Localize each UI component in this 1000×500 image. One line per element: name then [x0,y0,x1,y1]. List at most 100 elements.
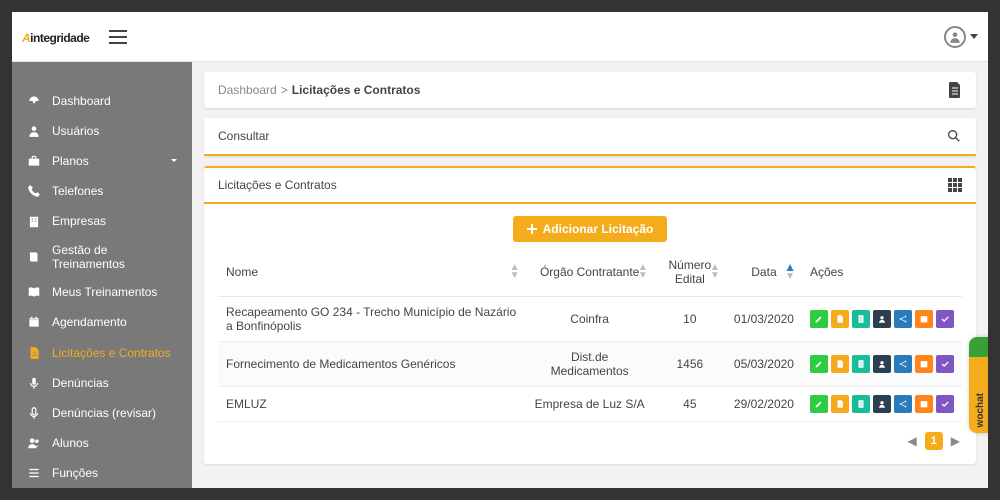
breadcrumb-sep: > [281,83,288,97]
cell-nome: Fornecimento de Medicamentos Genéricos [218,342,526,387]
add-licitacao-button[interactable]: Adicionar Licitação [513,216,668,242]
action-form-button[interactable] [852,355,870,373]
calendar-icon [26,314,42,330]
list-icon [26,465,42,481]
pager-prev[interactable]: ◀ [908,434,917,448]
sidebar-item-label: Empresas [52,214,178,228]
action-calendar-button[interactable] [915,355,933,373]
search-icon[interactable] [946,128,962,144]
add-bar: Adicionar Licitação [204,204,976,248]
th-numero[interactable]: Número Edital▲▼ [654,248,726,297]
sidebar-item-planos[interactable]: Planos [12,146,192,176]
action-doc-button[interactable] [831,355,849,373]
action-form-button[interactable] [852,310,870,328]
cell-numero: 45 [654,387,726,422]
table-row: Fornecimento de Medicamentos GenéricosDi… [218,342,962,387]
chevron-down-icon [170,159,178,163]
sidebar-item-dashboard[interactable]: Dashboard [12,86,192,116]
user-avatar-icon [944,26,966,48]
sidebar-item-agendamento[interactable]: Agendamento [12,307,192,337]
sidebar-item-label: Usuários [52,124,178,138]
action-edit-button[interactable] [810,355,828,373]
action-check-button[interactable] [936,395,954,413]
sidebar-item-label: Agendamento [52,315,178,329]
sidebar-item-funcoes[interactable]: Funções [12,458,192,488]
gauge-icon [26,93,42,109]
chat-label: wochat [975,387,986,433]
sidebar-item-alunos[interactable]: Alunos [12,428,192,458]
sidebar-item-gestao-trein[interactable]: Gestão de Treinamentos [12,237,192,278]
row-actions [810,310,954,328]
action-form-button[interactable] [852,395,870,413]
breadcrumb-root[interactable]: Dashboard [218,83,277,97]
logo-text: integridade [30,31,89,45]
sidebar-item-licitacoes[interactable]: Licitações e Contratos [12,337,192,367]
mic-outline-icon [26,405,42,421]
action-check-button[interactable] [936,310,954,328]
th-nome[interactable]: Nome▲▼ [218,248,526,297]
cell-numero: 1456 [654,342,726,387]
action-check-button[interactable] [936,355,954,373]
user-icon [26,123,42,139]
action-member-button[interactable] [873,395,891,413]
sidebar-item-denuncias[interactable]: Denúncias [12,368,192,398]
th-orgao[interactable]: Órgão Contratante▲▼ [526,248,654,297]
action-member-button[interactable] [873,355,891,373]
consultar-card[interactable]: Consultar [204,118,976,156]
logo: Aintegridade [22,25,89,48]
mic-icon [26,375,42,391]
action-share-button[interactable] [894,395,912,413]
sidebar-item-label: Planos [52,154,160,168]
pager-page[interactable]: 1 [925,432,943,450]
sidebar: Dashboard Usuários Planos Telefones Empresas… [12,62,192,488]
user-menu[interactable] [944,26,978,48]
action-calendar-button[interactable] [915,310,933,328]
sidebar-item-empresas[interactable]: Empresas [12,206,192,236]
sidebar-item-label: Gestão de Treinamentos [52,243,178,271]
action-doc-button[interactable] [831,395,849,413]
action-edit-button[interactable] [810,395,828,413]
table-row: Recapeamento GO 234 - Trecho Município d… [218,297,962,342]
cell-acoes [802,297,962,342]
row-actions [810,355,954,373]
chat-tab[interactable]: wochat [969,337,988,433]
add-label: Adicionar Licitação [543,222,654,236]
sidebar-item-meus-trein[interactable]: Meus Treinamentos [12,277,192,307]
action-calendar-button[interactable] [915,395,933,413]
cell-orgao: Coinfra [526,297,654,342]
cell-acoes [802,342,962,387]
breadcrumb: Dashboard > Licitações e Contratos [204,72,976,108]
consultar-label: Consultar [218,129,269,143]
file-icon [26,345,42,361]
sidebar-item-telefones[interactable]: Telefones [12,176,192,206]
breadcrumb-card: Dashboard > Licitações e Contratos [204,72,976,108]
cell-nome: EMLUZ [218,387,526,422]
cell-orgao: Empresa de Luz S/A [526,387,654,422]
sidebar-item-denuncias-rev[interactable]: Denúncias (revisar) [12,398,192,428]
document-icon [948,82,962,98]
topbar: Aintegridade [12,12,988,62]
action-share-button[interactable] [894,310,912,328]
cell-numero: 10 [654,297,726,342]
breadcrumb-current: Licitações e Contratos [292,83,421,97]
sidebar-item-usuarios[interactable]: Usuários [12,116,192,146]
th-acoes: Ações [802,248,962,297]
grid-icon[interactable] [948,178,962,192]
plus-icon [527,224,537,234]
action-member-button[interactable] [873,310,891,328]
sidebar-item-label: Funções [52,466,178,480]
action-share-button[interactable] [894,355,912,373]
cell-data: 05/03/2020 [726,342,802,387]
cell-orgao: Dist.de Medicamentos [526,342,654,387]
cell-data: 01/03/2020 [726,297,802,342]
hamburger-icon[interactable] [109,30,127,44]
action-edit-button[interactable] [810,310,828,328]
sidebar-item-label: Telefones [52,184,178,198]
users-icon [26,435,42,451]
cell-data: 29/02/2020 [726,387,802,422]
briefcase-icon [26,153,42,169]
action-doc-button[interactable] [831,310,849,328]
building-icon [26,214,42,230]
th-data[interactable]: Data▲▼ [726,248,802,297]
pager-next[interactable]: ▶ [951,434,960,448]
